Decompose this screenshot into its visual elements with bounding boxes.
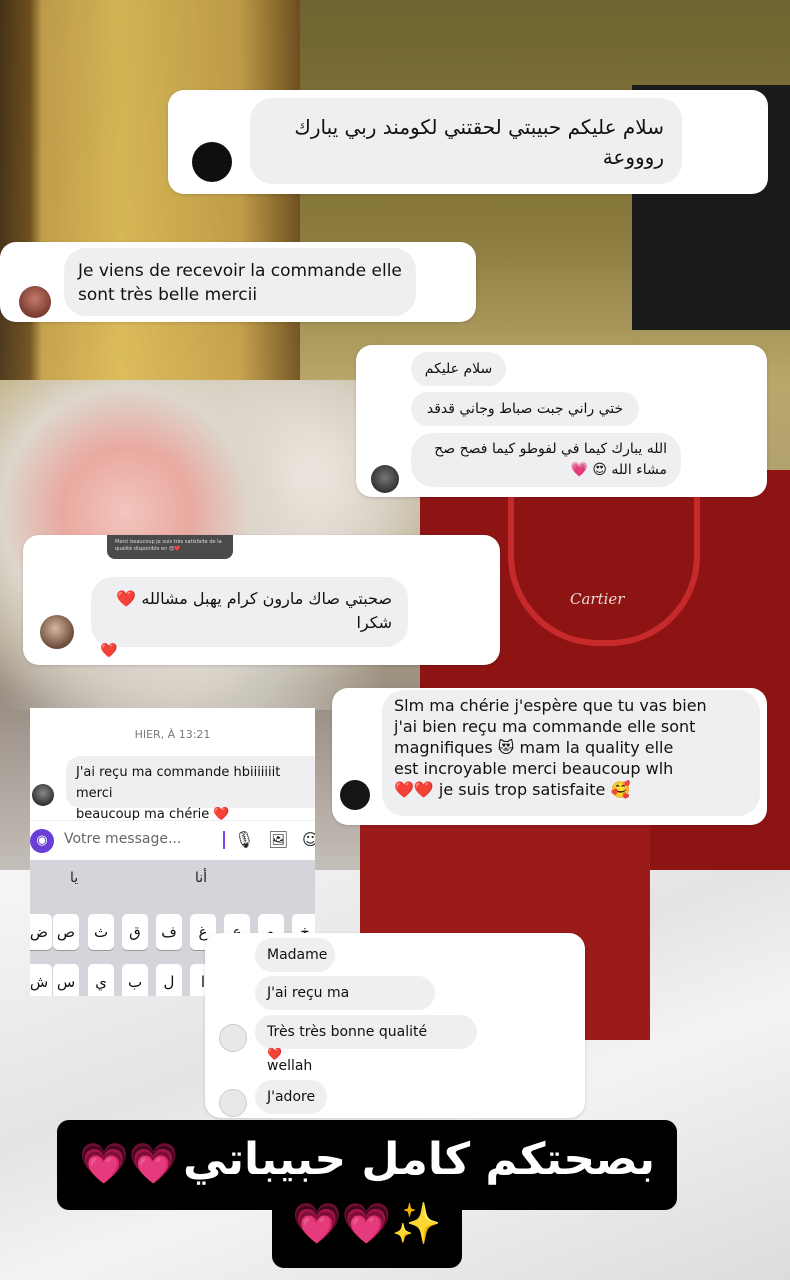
message-input[interactable]: Votre message...	[64, 831, 181, 847]
message-bubble: سلام عليكم حبيبتي لحقتني لكومند ربي يبار…	[250, 98, 682, 184]
message-bubble: سلام عليكم	[411, 352, 506, 386]
message-bubble: Madame	[255, 938, 335, 972]
camera-icon[interactable]: ◉	[30, 829, 54, 853]
story-reply-thumbnail[interactable]: Merci beaucoup je suis très satisfaite d…	[107, 535, 233, 559]
review-card-5: Slm ma chérie j'espère que tu vas bien j…	[332, 688, 767, 825]
sticker-icon[interactable]: ☺	[302, 830, 315, 849]
message-bubble: J'ai reçu ma commande	[255, 976, 435, 1035]
caption-text: بصحتكم كامل حبيباتي	[182, 1134, 655, 1185]
avatar[interactable]	[19, 286, 51, 318]
message-composer: ◉ Votre message... 🎙 🖼 ☺	[30, 820, 315, 859]
suggestion-item[interactable]: يا	[70, 870, 78, 886]
keyboard-key[interactable]: ف	[156, 914, 182, 950]
hearts-emoji: 💗💗	[79, 1141, 179, 1187]
review-card-6: Madame J'ai reçu ma commande Très très b…	[205, 933, 585, 1118]
suggestion-item[interactable]: أنا	[195, 870, 207, 886]
avatar[interactable]	[219, 1089, 247, 1117]
keyboard-key[interactable]: ب	[122, 964, 148, 996]
message-bubble: صحبتي صاك مارون كرام يهبل مشالله ❤️ شكرا	[91, 577, 408, 647]
keyboard-key[interactable]: ي	[88, 964, 114, 996]
keyboard-key[interactable]: ض	[30, 914, 52, 950]
keyboard-key[interactable]: س	[53, 964, 79, 996]
reaction-heart-icon: ❤️	[100, 643, 118, 659]
message-bubble: الله يبارك كيما في لفوطو كيما فصح صح مشا…	[411, 433, 681, 487]
text-caret	[223, 831, 225, 849]
caption-line-2: 💗💗✨	[272, 1188, 462, 1268]
message-bubble: Slm ma chérie j'espère que tu vas bien j…	[382, 690, 760, 816]
keyboard-key[interactable]: ل	[156, 964, 182, 996]
avatar[interactable]	[371, 465, 399, 493]
keyboard-key[interactable]: ص	[53, 914, 79, 950]
message-bubble: ختي راني جبت صباط وجاني قدقد	[411, 392, 639, 426]
suggestion-bar: يا أنا	[30, 860, 315, 896]
microphone-icon[interactable]: 🎙	[234, 830, 254, 849]
message-bubble: J'adore	[255, 1080, 327, 1114]
image-icon[interactable]: 🖼	[268, 830, 288, 849]
keyboard-key[interactable]: ث	[88, 914, 114, 950]
keyboard-key[interactable]: ش	[30, 964, 52, 996]
review-card-3: سلام عليكم ختي راني جبت صباط وجاني قدقد …	[356, 345, 767, 497]
hearts-sparkles-emoji: 💗💗✨	[292, 1201, 442, 1247]
message-bubble: Je viens de recevoir la commande elle so…	[64, 248, 416, 316]
message-bubble: J'ai reçu ma commande hbiiiiiiit merci b…	[66, 756, 315, 822]
message-bubble: Très très bonne qualité wellah	[255, 1015, 477, 1074]
reaction-heart-icon: ❤️	[267, 1047, 282, 1061]
review-card-2: Je viens de recevoir la commande elle so…	[0, 242, 476, 322]
avatar[interactable]	[32, 784, 54, 806]
avatar[interactable]	[219, 1024, 247, 1052]
avatar[interactable]	[192, 142, 232, 182]
keyboard-key[interactable]: ق	[122, 914, 148, 950]
background-brand-label: Cartier	[570, 590, 625, 608]
avatar[interactable]	[40, 615, 74, 649]
avatar[interactable]	[340, 780, 370, 810]
review-card-4: Merci beaucoup je suis très satisfaite d…	[23, 535, 500, 665]
message-date: HIER, À 13:21	[134, 728, 211, 741]
review-card-1: سلام عليكم حبيبتي لحقتني لكومند ربي يبار…	[168, 90, 768, 194]
